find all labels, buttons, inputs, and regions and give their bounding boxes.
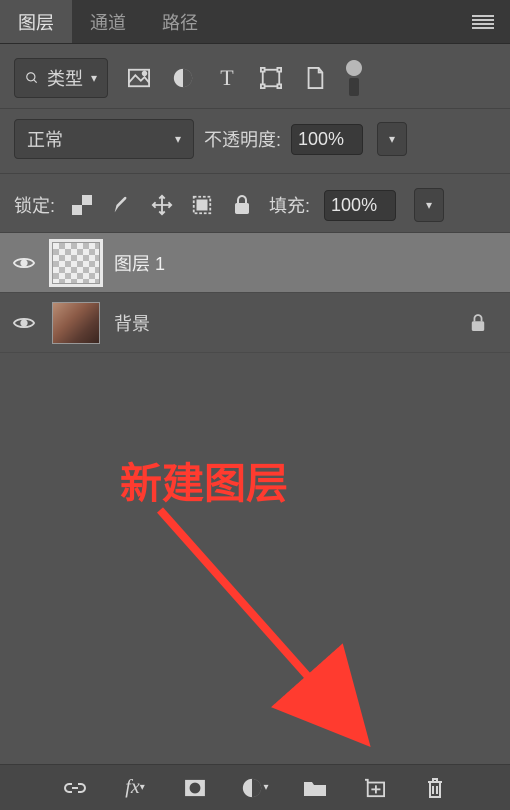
chevron-down-icon: ▾ <box>175 132 181 146</box>
annotation-arrow <box>150 500 400 760</box>
layer-style-button[interactable]: fx▾ <box>120 775 150 801</box>
blend-mode-value: 正常 <box>27 126 63 152</box>
filter-type-select[interactable]: 类型 ▾ <box>14 58 108 98</box>
layer-filter-row: 类型 ▾ T <box>0 44 510 104</box>
lock-position-icon[interactable] <box>149 192 175 218</box>
filter-smartobject-icon[interactable] <box>302 65 328 91</box>
lock-artboard-icon[interactable] <box>189 192 215 218</box>
filter-type-text-icon[interactable]: T <box>214 65 240 91</box>
chevron-down-icon: ▾ <box>91 71 97 85</box>
visibility-toggle[interactable] <box>10 315 38 331</box>
blend-opacity-row: 正常 ▾ 不透明度: 100% ▾ <box>0 113 510 169</box>
layer-row[interactable]: 背景 <box>0 293 510 353</box>
toggle-knob-icon <box>346 60 362 76</box>
tab-channels[interactable]: 通道 <box>72 0 144 43</box>
fill-field[interactable]: 100% <box>324 190 396 221</box>
folder-icon <box>303 779 327 797</box>
layers-footer: fx▾ ▾ <box>0 764 510 810</box>
blend-mode-select[interactable]: 正常 ▾ <box>14 119 194 159</box>
layer-name[interactable]: 图层 1 <box>114 250 500 276</box>
opacity-label: 不透明度: <box>204 126 281 152</box>
layer-name[interactable]: 背景 <box>114 310 456 336</box>
filter-type-label: 类型 <box>47 65 83 91</box>
lock-pixels-icon[interactable] <box>109 192 135 218</box>
group-button[interactable] <box>300 775 330 801</box>
mask-icon <box>184 779 206 797</box>
chevron-down-icon: ▾ <box>426 198 432 212</box>
tab-layers[interactable]: 图层 <box>0 0 72 43</box>
filter-toggle[interactable] <box>346 60 362 96</box>
lock-transparency-icon[interactable] <box>69 192 95 218</box>
opacity-field[interactable]: 100% <box>291 124 363 155</box>
hamburger-icon <box>472 15 494 29</box>
filter-shape-icon[interactable] <box>258 65 284 91</box>
trash-icon <box>426 777 444 799</box>
layers-list: 图层 1 背景 <box>0 232 510 353</box>
search-icon <box>25 71 39 85</box>
divider <box>0 173 510 174</box>
adjustment-layer-button[interactable]: ▾ <box>240 775 270 801</box>
toggle-slot-icon <box>349 78 359 96</box>
layer-row[interactable]: 图层 1 <box>0 233 510 293</box>
new-layer-button[interactable] <box>360 775 390 801</box>
lock-label: 锁定: <box>14 192 55 218</box>
panel-menu-button[interactable] <box>456 15 510 29</box>
fill-dropdown[interactable]: ▾ <box>414 188 444 222</box>
fill-label: 填充: <box>269 192 310 218</box>
layer-thumbnail[interactable] <box>52 302 100 344</box>
filter-adjust-icon[interactable] <box>170 65 196 91</box>
divider <box>0 108 510 109</box>
link-icon <box>63 781 87 795</box>
delete-layer-button[interactable] <box>420 775 450 801</box>
layer-mask-button[interactable] <box>180 775 210 801</box>
adjust-icon <box>241 777 263 799</box>
link-layers-button[interactable] <box>60 775 90 801</box>
tab-paths[interactable]: 路径 <box>144 0 216 43</box>
lock-all-icon[interactable] <box>229 192 255 218</box>
visibility-toggle[interactable] <box>10 255 38 271</box>
filter-pixel-icon[interactable] <box>126 65 152 91</box>
chevron-down-icon: ▾ <box>389 132 395 146</box>
eye-icon <box>13 255 35 271</box>
opacity-dropdown[interactable]: ▾ <box>377 122 407 156</box>
panel-tab-bar: 图层 通道 路径 <box>0 0 510 44</box>
new-layer-icon <box>364 778 386 798</box>
eye-icon <box>13 315 35 331</box>
lock-indicator-icon <box>470 314 500 332</box>
layer-thumbnail[interactable] <box>52 242 100 284</box>
lock-row: 锁定: 填充: 100% ▾ <box>0 178 510 232</box>
annotation-text: 新建图层 <box>120 450 288 511</box>
